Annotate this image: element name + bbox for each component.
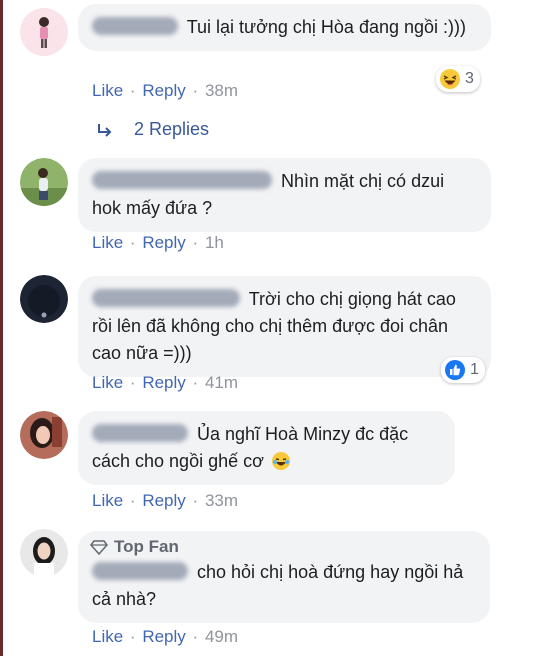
reaction-count: 3 — [465, 70, 474, 87]
reply-link[interactable]: Reply — [142, 233, 185, 252]
comment-time[interactable]: 33m — [205, 491, 238, 510]
reaction-count: 1 — [470, 361, 479, 378]
replies-label: 2 Replies — [134, 119, 210, 139]
commenter-name-blurred[interactable] — [92, 289, 240, 307]
comment-time[interactable]: 41m — [205, 373, 238, 392]
reply-link[interactable]: Reply — [142, 81, 185, 100]
comment-bubble: Tui lại tưởng chị Hòa đang ngồi :))) — [78, 4, 491, 51]
view-replies-link[interactable]: 2 Replies — [96, 119, 209, 140]
comment-actions: Like · Reply · 38m — [92, 81, 239, 100]
commenter-name-blurred[interactable] — [92, 17, 178, 35]
commenter-name-blurred[interactable] — [92, 562, 188, 580]
commenter-name-blurred[interactable] — [92, 424, 188, 442]
comment-time[interactable]: 1h — [205, 233, 224, 252]
comment-time[interactable]: 38m — [205, 81, 238, 100]
comment-bubble: Nhìn mặt chị có dzui hok mấy đứa ? — [78, 158, 491, 232]
comment-actions: Like · Reply · 33m — [92, 491, 239, 510]
comment-actions: Like · Reply · 49m — [92, 627, 239, 646]
reaction-badge[interactable]: 1 — [441, 357, 485, 383]
like-link[interactable]: Like — [92, 627, 123, 646]
haha-reaction-icon — [440, 69, 460, 89]
comment-actions: Like · Reply · 1h — [92, 233, 224, 252]
like-link[interactable]: Like — [92, 233, 123, 252]
comment-bubble: Trời cho chị giọng hát cao rồi lên đã kh… — [78, 276, 491, 377]
laughing-tears-emoji — [271, 452, 290, 470]
like-reaction-icon — [445, 360, 465, 380]
comment-time[interactable]: 49m — [205, 627, 238, 646]
avatar[interactable] — [20, 529, 68, 577]
top-fan-badge: Top Fan — [90, 537, 179, 557]
reply-link[interactable]: Reply — [142, 627, 185, 646]
diamond-icon — [90, 540, 108, 556]
like-link[interactable]: Like — [92, 81, 123, 100]
like-link[interactable]: Like — [92, 373, 123, 392]
comment-actions: Like · Reply · 41m — [92, 373, 239, 392]
like-link[interactable]: Like — [92, 491, 123, 510]
comment-bubble: Ủa nghĩ Hoà Minzy đc đặc cách cho ngồi g… — [78, 411, 455, 485]
avatar[interactable] — [20, 411, 68, 459]
reaction-badge[interactable]: 3 — [436, 66, 480, 92]
reply-arrow-icon — [98, 123, 112, 137]
avatar[interactable] — [20, 8, 68, 56]
reply-link[interactable]: Reply — [142, 373, 185, 392]
reply-link[interactable]: Reply — [142, 491, 185, 510]
top-fan-label: Top Fan — [114, 537, 179, 556]
left-edge-strip — [0, 0, 3, 656]
avatar[interactable] — [20, 275, 68, 323]
commenter-name-blurred[interactable] — [92, 171, 272, 189]
comment-text: Tui lại tưởng chị Hòa đang ngồi :))) — [186, 17, 467, 37]
avatar[interactable] — [20, 158, 68, 206]
